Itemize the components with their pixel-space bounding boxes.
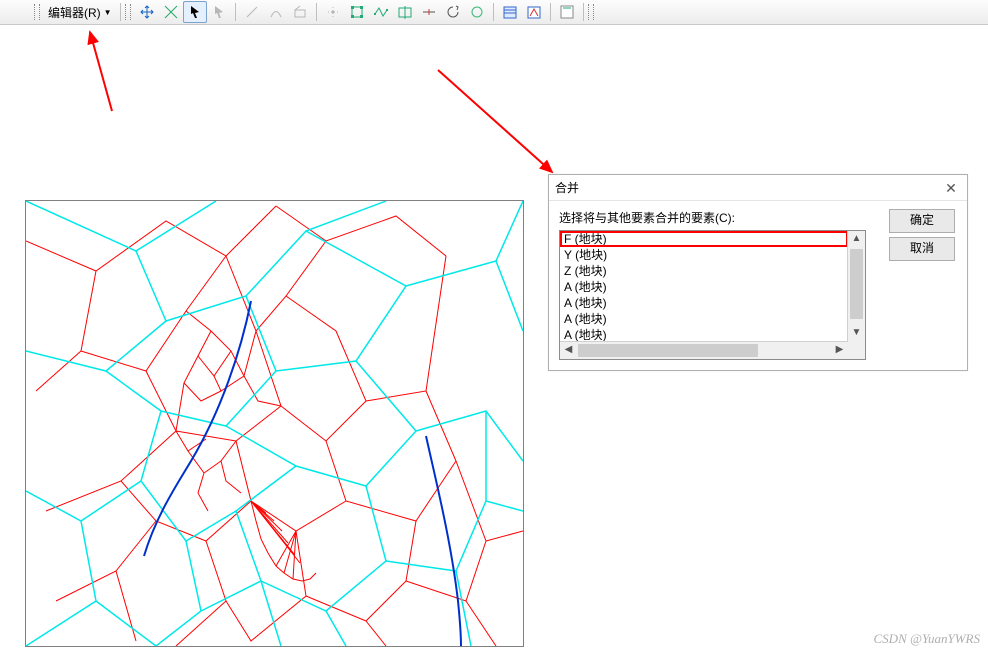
chevron-down-icon: ▼: [104, 8, 112, 17]
list-item[interactable]: Y (地块): [560, 247, 848, 263]
dialog-title-text: 合并: [555, 179, 941, 196]
list-item[interactable]: A (地块): [560, 279, 848, 295]
toolbar-separator: [120, 3, 121, 21]
annotation-arrow-icon: [430, 62, 580, 192]
circle-tool-icon[interactable]: [465, 1, 489, 23]
annotation-arrow-icon: [62, 26, 142, 116]
ok-button[interactable]: 确定: [889, 209, 955, 233]
edit-annotation-tool-icon[interactable]: [207, 1, 231, 23]
dialog-titlebar[interactable]: 合并 ✕: [549, 175, 967, 201]
vertical-scrollbar[interactable]: ▲ ▼: [847, 231, 865, 342]
reshape-feature-icon[interactable]: [369, 1, 393, 23]
toolbar-grip[interactable]: [125, 4, 131, 20]
toolbar-separator: [550, 3, 551, 21]
arc-tool-icon[interactable]: [264, 1, 288, 23]
line-segment-tool-icon[interactable]: [240, 1, 264, 23]
sketch-properties-icon[interactable]: [522, 1, 546, 23]
rotate-tool-icon[interactable]: [441, 1, 465, 23]
point-tool-icon[interactable]: [321, 1, 345, 23]
create-features-icon[interactable]: [555, 1, 579, 23]
cut-polygons-icon[interactable]: [393, 1, 417, 23]
scroll-right-icon[interactable]: ▶: [831, 342, 848, 359]
toolbar-separator: [235, 3, 236, 21]
list-item[interactable]: A (地块): [560, 311, 848, 327]
toolbar-separator: [583, 3, 584, 21]
edit-vertices-icon[interactable]: [345, 1, 369, 23]
move-tool-icon[interactable]: [135, 1, 159, 23]
toolbar-grip[interactable]: [34, 4, 40, 20]
list-item[interactable]: A (地块): [560, 327, 848, 342]
scroll-down-icon[interactable]: ▼: [848, 325, 865, 342]
toolbar-separator: [493, 3, 494, 21]
reshape-tool-icon[interactable]: [159, 1, 183, 23]
merge-listbox[interactable]: F (地块)Y (地块)Z (地块)A (地块)A (地块)A (地块)A (地…: [559, 230, 866, 360]
toolbar-separator: [316, 3, 317, 21]
editor-menu-button[interactable]: 编辑器(R) ▼: [44, 3, 116, 22]
scroll-left-icon[interactable]: ◀: [560, 342, 577, 359]
editor-toolbar: 编辑器(R) ▼: [0, 0, 988, 25]
split-tool-icon[interactable]: [417, 1, 441, 23]
merge-dialog: 合并 ✕ 选择将与其他要素合并的要素(C): 确定 取消 F (地块)Y (地块…: [548, 174, 968, 371]
toolbar-grip[interactable]: [588, 4, 594, 20]
horizontal-scrollbar[interactable]: ◀ ▶: [560, 341, 848, 359]
list-item[interactable]: Z (地块): [560, 263, 848, 279]
editor-menu-label: 编辑器(R): [48, 4, 101, 21]
map-canvas[interactable]: [25, 200, 524, 647]
close-icon[interactable]: ✕: [941, 181, 961, 195]
scrollbar-thumb[interactable]: [578, 344, 758, 357]
trace-tool-icon[interactable]: [288, 1, 312, 23]
scrollbar-corner: [848, 342, 865, 359]
attributes-window-icon[interactable]: [498, 1, 522, 23]
watermark-text: CSDN @YuanYWRS: [874, 631, 980, 647]
cancel-button[interactable]: 取消: [889, 237, 955, 261]
list-item[interactable]: F (地块): [560, 231, 848, 247]
edit-tool-icon[interactable]: [183, 1, 207, 23]
scroll-up-icon[interactable]: ▲: [848, 231, 865, 248]
list-item[interactable]: A (地块): [560, 295, 848, 311]
layer-blue-lines: [26, 201, 523, 646]
scrollbar-thumb[interactable]: [850, 249, 863, 319]
